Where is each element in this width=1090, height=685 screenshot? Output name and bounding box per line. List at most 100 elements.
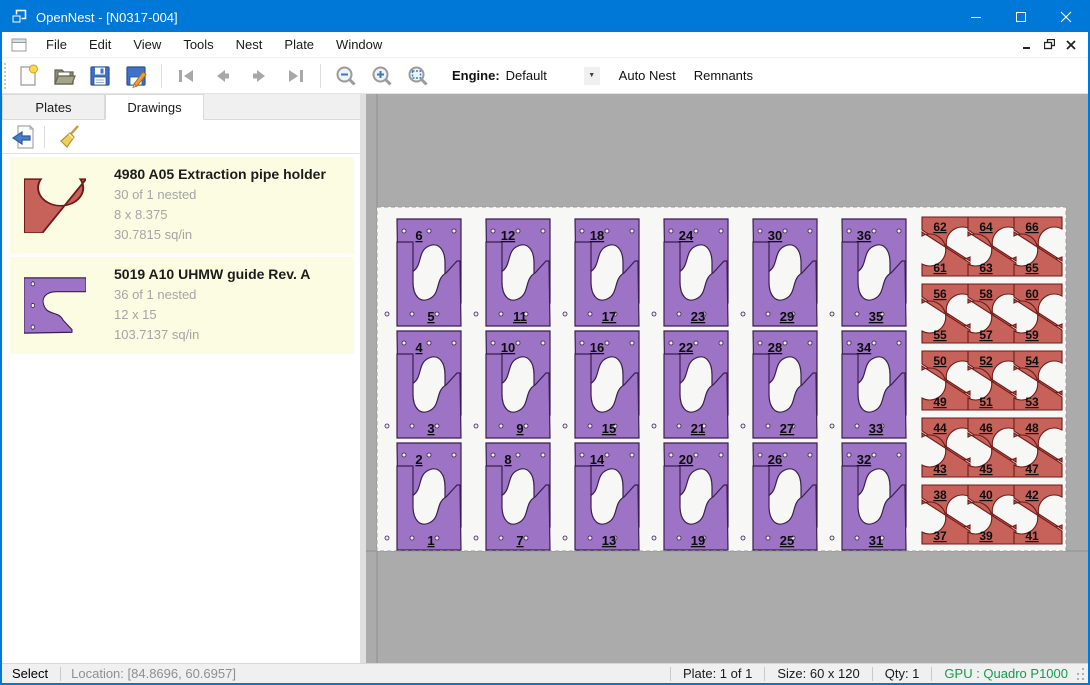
svg-text:56: 56 bbox=[933, 287, 947, 301]
svg-text:20: 20 bbox=[679, 452, 693, 467]
plate-count: Plate: 1 of 1 bbox=[671, 666, 764, 681]
auto-nest-button[interactable]: Auto Nest bbox=[610, 61, 685, 91]
zoom-out-icon bbox=[334, 64, 358, 88]
mdi-restore-button[interactable] bbox=[1040, 37, 1058, 53]
toolbar-separator bbox=[161, 64, 162, 88]
part-nested-count: 36 of 1 nested bbox=[114, 285, 310, 305]
svg-text:16: 16 bbox=[590, 340, 604, 355]
zoom-in-icon bbox=[370, 64, 394, 88]
zoom-in-button[interactable] bbox=[367, 61, 397, 91]
svg-text:66: 66 bbox=[1025, 220, 1039, 234]
svg-text:39: 39 bbox=[979, 529, 993, 543]
menu-tools[interactable]: Tools bbox=[172, 32, 224, 58]
svg-text:5: 5 bbox=[427, 309, 434, 324]
list-item-extraction-pipe-holder[interactable]: 4980 A05 Extraction pipe holder 30 of 1 … bbox=[10, 157, 354, 254]
svg-text:62: 62 bbox=[933, 220, 947, 234]
menu-file[interactable]: File bbox=[35, 32, 78, 58]
engine-dropdown-arrow-icon[interactable]: ▼ bbox=[584, 67, 600, 85]
list-item-uhmw-guide[interactable]: 5019 A10 UHMW guide Rev. A 36 of 1 neste… bbox=[10, 257, 354, 354]
save-as-button[interactable] bbox=[121, 61, 151, 91]
svg-text:11: 11 bbox=[513, 309, 527, 324]
mdi-minimize-button[interactable] bbox=[1018, 37, 1036, 53]
new-file-button[interactable] bbox=[13, 61, 43, 91]
svg-text:42: 42 bbox=[1025, 488, 1039, 502]
svg-text:19: 19 bbox=[691, 533, 705, 548]
menu-edit[interactable]: Edit bbox=[78, 32, 122, 58]
svg-text:22: 22 bbox=[679, 340, 693, 355]
maximize-button[interactable] bbox=[998, 2, 1043, 32]
svg-text:60: 60 bbox=[1025, 287, 1039, 301]
svg-text:48: 48 bbox=[1025, 421, 1039, 435]
main-area: Plates Drawings bbox=[2, 94, 1088, 663]
menu-bar: File Edit View Tools Nest Plate Window bbox=[2, 32, 1088, 58]
svg-text:10: 10 bbox=[501, 340, 515, 355]
nav-next-button[interactable] bbox=[244, 61, 274, 91]
svg-text:18: 18 bbox=[590, 228, 604, 243]
svg-text:25: 25 bbox=[780, 533, 794, 548]
mdi-minimize-icon bbox=[1022, 40, 1032, 50]
minimize-button[interactable] bbox=[953, 2, 998, 32]
menu-nest[interactable]: Nest bbox=[225, 32, 274, 58]
svg-text:44: 44 bbox=[933, 421, 947, 435]
engine-select[interactable]: Default bbox=[506, 68, 584, 83]
toolbar-separator bbox=[320, 64, 321, 88]
window-title: OpenNest - [N0317-004] bbox=[36, 10, 953, 25]
status-bar: Select Location: [84.8696, 60.6957] Plat… bbox=[2, 663, 1088, 683]
nest-canvas[interactable]: 6512111817242330293635431091615222128273… bbox=[366, 94, 1088, 663]
zoom-fit-button[interactable] bbox=[403, 61, 433, 91]
svg-text:46: 46 bbox=[979, 421, 993, 435]
menu-plate[interactable]: Plate bbox=[273, 32, 325, 58]
menu-window[interactable]: Window bbox=[325, 32, 393, 58]
tab-plates[interactable]: Plates bbox=[2, 94, 105, 119]
svg-text:7: 7 bbox=[516, 533, 523, 548]
panel-toolbar-separator bbox=[44, 126, 45, 148]
zoom-out-button[interactable] bbox=[331, 61, 361, 91]
clear-drawings-button[interactable] bbox=[55, 123, 85, 151]
blue-arrow-document-icon bbox=[10, 124, 36, 150]
gpu-indicator: GPU : Quadro P1000 bbox=[932, 666, 1074, 681]
svg-text:55: 55 bbox=[933, 328, 947, 342]
nav-last-button[interactable] bbox=[280, 61, 310, 91]
menu-view[interactable]: View bbox=[122, 32, 172, 58]
part-nested-count: 30 of 1 nested bbox=[114, 185, 326, 205]
send-back-button[interactable] bbox=[8, 123, 38, 151]
svg-text:47: 47 bbox=[1025, 462, 1039, 476]
resize-grip[interactable] bbox=[1074, 666, 1086, 682]
cursor-location: Location: [84.8696, 60.6957] bbox=[61, 666, 246, 681]
broom-icon bbox=[57, 124, 83, 150]
svg-text:54: 54 bbox=[1025, 354, 1039, 368]
nest-layout[interactable]: 6512111817242330293635431091615222128273… bbox=[366, 94, 1088, 663]
save-button[interactable] bbox=[85, 61, 115, 91]
svg-text:14: 14 bbox=[590, 452, 605, 467]
svg-text:3: 3 bbox=[427, 421, 434, 436]
svg-text:13: 13 bbox=[602, 533, 616, 548]
svg-text:23: 23 bbox=[691, 309, 705, 324]
part-area: 30.7815 sq/in bbox=[114, 225, 326, 245]
nav-first-icon bbox=[175, 64, 199, 88]
svg-text:61: 61 bbox=[933, 261, 947, 275]
part-size: 8 x 8.375 bbox=[114, 205, 326, 225]
toolbar-grip[interactable] bbox=[4, 63, 10, 89]
svg-text:57: 57 bbox=[979, 328, 993, 342]
nav-first-button[interactable] bbox=[172, 61, 202, 91]
svg-text:34: 34 bbox=[857, 340, 872, 355]
remnants-button[interactable]: Remnants bbox=[685, 61, 762, 91]
mdi-close-button[interactable] bbox=[1062, 37, 1080, 53]
mode-indicator: Select bbox=[2, 666, 60, 681]
tab-drawings[interactable]: Drawings bbox=[105, 94, 204, 120]
svg-text:15: 15 bbox=[602, 421, 616, 436]
open-file-button[interactable] bbox=[49, 61, 79, 91]
svg-text:2: 2 bbox=[415, 452, 422, 467]
svg-text:6: 6 bbox=[415, 228, 422, 243]
zoom-fit-icon bbox=[406, 64, 430, 88]
svg-text:38: 38 bbox=[933, 488, 947, 502]
nav-last-icon bbox=[283, 64, 307, 88]
svg-text:4: 4 bbox=[415, 340, 423, 355]
nav-prev-button[interactable] bbox=[208, 61, 238, 91]
svg-text:33: 33 bbox=[869, 421, 883, 436]
open-folder-icon bbox=[52, 64, 76, 88]
drawings-toolbar bbox=[2, 120, 360, 154]
main-toolbar: Engine: Default ▼ Auto Nest Remnants bbox=[2, 58, 1088, 94]
close-button[interactable] bbox=[1043, 2, 1088, 32]
plate-size: Size: 60 x 120 bbox=[765, 666, 871, 681]
